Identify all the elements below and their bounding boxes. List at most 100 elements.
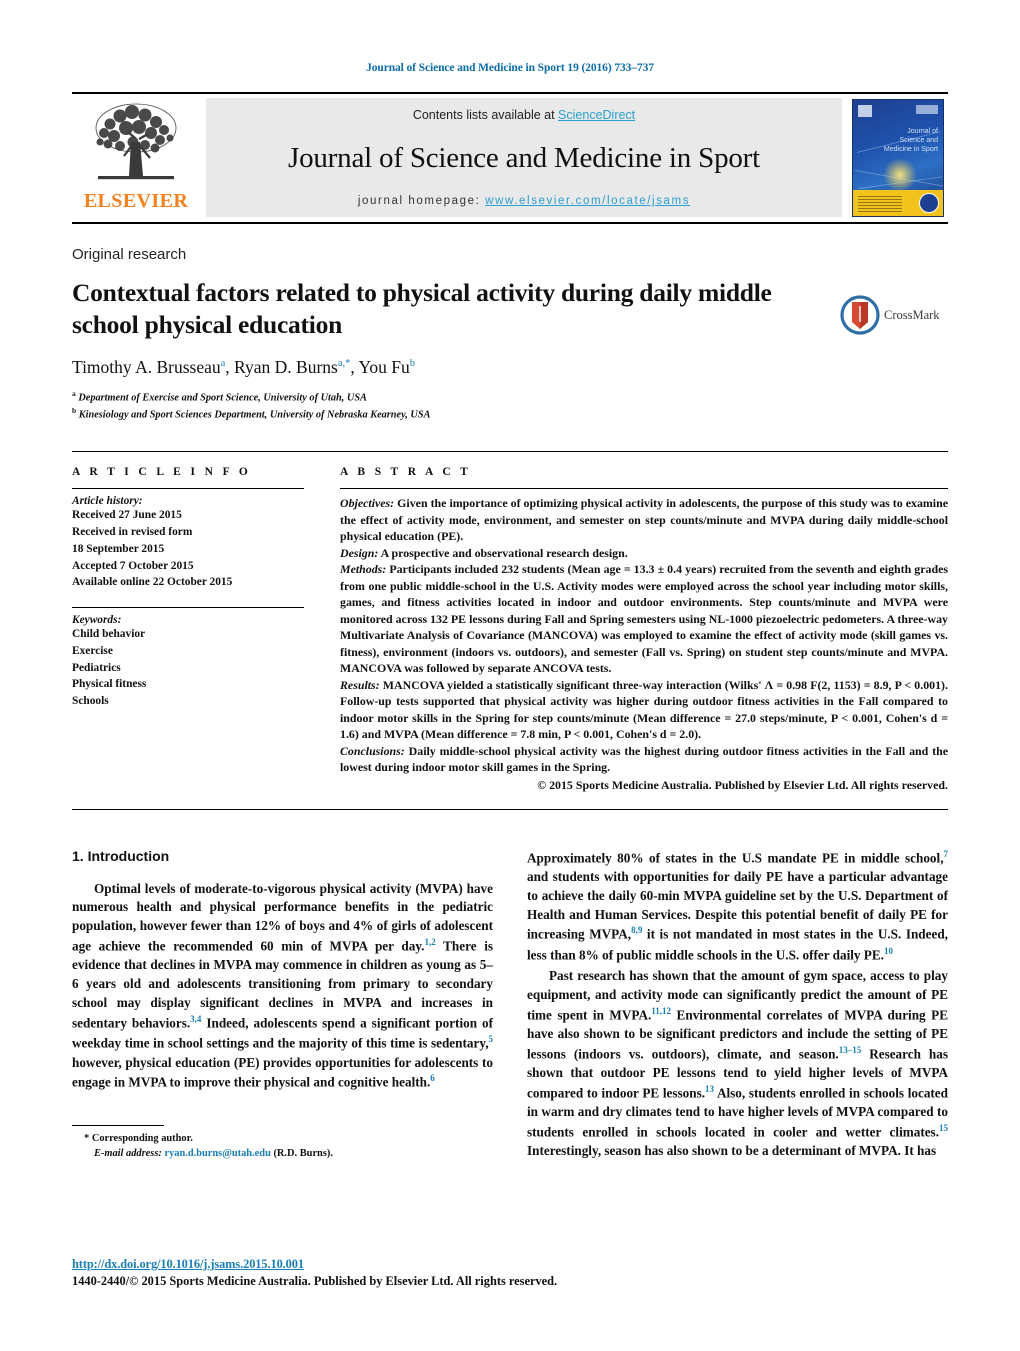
cover-publisher-mark: [858, 105, 872, 117]
homepage-prefix: journal homepage:: [357, 195, 486, 207]
cover-elsevier-mark: [916, 105, 938, 114]
citation-ref-7[interactable]: 7: [944, 849, 949, 859]
doi-link[interactable]: http://dx.doi.org/10.1016/j.jsams.2015.1…: [72, 1257, 304, 1271]
section-heading-introduction: 1. Introduction: [72, 847, 170, 864]
corresponding-author-email-link[interactable]: ryan.d.burns@utah.edu: [164, 1148, 270, 1159]
issn-copyright-line: 1440-2440/© 2015 Sports Medicine Austral…: [72, 1274, 558, 1288]
abstract-heading: A B S T R A C T: [340, 466, 472, 479]
abstract-objectives: Objectives: Given the importance of opti…: [340, 495, 948, 544]
citation-ref-8-9[interactable]: 8,9: [631, 925, 642, 935]
right-paragraph-2: Past research has shown that the amount …: [527, 967, 948, 1161]
elsevier-wordmark: ELSEVIER: [83, 190, 189, 212]
author-mark-2: a,*: [337, 358, 351, 370]
history-line-2: Received in revised form: [72, 526, 193, 539]
intro-paragraph-1: Optimal levels of moderate-to-vigorous p…: [72, 880, 493, 1093]
citation-ref-13-15[interactable]: 13–15: [839, 1045, 862, 1055]
abstract-methods-text: Participants included 232 students (Mean…: [340, 562, 948, 676]
author-name-3: You Fu: [358, 357, 410, 378]
corresponding-author-footnote: * Corresponding author. E-mail address: …: [72, 1125, 493, 1161]
keyword-3: Pediatrics: [72, 661, 121, 674]
page-footer: http://dx.doi.org/10.1016/j.jsams.2015.1…: [72, 1255, 948, 1289]
paper-page: Journal of Science and Medicine in Sport…: [0, 0, 1020, 1351]
citation-ref-13[interactable]: 13: [705, 1084, 714, 1094]
article-info-column: A R T I C L E I N F O Article history: R…: [72, 466, 330, 792]
abstract-methods-label: Methods:: [340, 562, 387, 577]
article-type-label: Original research: [72, 246, 187, 263]
abstract-objectives-text: Given the importance of optimizing physi…: [340, 496, 948, 544]
history-line-4: Accepted 7 October 2015: [72, 559, 194, 572]
info-abstract-band: A R T I C L E I N F O Article history: R…: [72, 451, 948, 810]
right-p2-e: Interestingly, season has also shown to …: [527, 1143, 937, 1159]
abstract-copyright: © 2015 Sports Medicine Australia. Publis…: [537, 777, 948, 792]
keyword-4: Physical fitness: [72, 678, 147, 691]
abstract-results-label: Results:: [340, 677, 380, 692]
affiliation-mark-b: b: [72, 406, 77, 416]
keyword-2: Exercise: [72, 644, 113, 657]
journal-homepage-line: journal homepage: www.elsevier.com/locat…: [358, 195, 690, 207]
body-columns: 1. Introduction Optimal levels of modera…: [72, 848, 948, 1162]
running-head: Journal of Science and Medicine in Sport…: [366, 62, 654, 74]
keywords-heading: Keywords:: [72, 614, 122, 627]
abstract-design-label: Design:: [340, 545, 379, 560]
citation-ref-10[interactable]: 10: [884, 946, 893, 956]
author-mark-1: a: [220, 358, 226, 370]
history-line-3: 18 September 2015: [72, 542, 165, 555]
author-list: Timothy A. Brusseaua, Ryan D. Burnsa,*, …: [72, 357, 416, 378]
keyword-5: Schools: [72, 695, 109, 708]
history-line-1: Received 27 June 2015: [72, 509, 182, 522]
footnote-asterisk: *: [84, 1133, 90, 1145]
citation-ref-3-4[interactable]: 3,4: [190, 1014, 201, 1024]
sciencedirect-link[interactable]: ScienceDirect: [558, 108, 635, 122]
citation-ref-15[interactable]: 15: [939, 1123, 948, 1133]
abstract-results-text: MANCOVA yielded a statistically signific…: [340, 677, 948, 742]
keyword-1: Child behavior: [72, 628, 146, 641]
cover-footer-lines: [858, 196, 902, 212]
title-block: Contextual factors related to physical a…: [72, 277, 840, 423]
abstract-objectives-label: Objectives:: [340, 496, 395, 511]
footnote-rule: [72, 1125, 164, 1127]
elsevier-logo: ELSEVIER: [72, 94, 200, 222]
cover-glow: [883, 158, 917, 192]
abstract-column: A B S T R A C T Objectives: Given the im…: [330, 466, 948, 792]
article-history-heading: Article history:: [72, 495, 143, 508]
elsevier-tree-icon: [95, 103, 177, 180]
footnote-email-label: E-mail address:: [94, 1148, 162, 1160]
crossmark-badge[interactable]: CrossMark: [840, 277, 948, 335]
contents-prefix: Contents lists available at: [412, 108, 559, 122]
journal-homepage-link[interactable]: www.elsevier.com/locate/jsams: [485, 195, 690, 207]
journal-cover-thumbnail: Journal of Science and Medicine in Sport: [848, 94, 948, 222]
right-p1-a: Approximately 80% of states in the U.S m…: [527, 849, 944, 865]
footnote-email-suffix: (R.D. Burns).: [273, 1148, 333, 1160]
citation-ref-1-2[interactable]: 1,2: [424, 937, 435, 947]
abstract-conclusions: Conclusions: Daily middle-school physica…: [340, 743, 948, 776]
abstract-rule: [340, 488, 948, 490]
abstract-conclusions-label: Conclusions:: [340, 743, 405, 758]
article-info-heading: A R T I C L E I N F O: [72, 466, 252, 479]
body-left-column: 1. Introduction Optimal levels of modera…: [72, 848, 493, 1162]
author-mark-3: b: [409, 358, 416, 370]
title-row: Contextual factors related to physical a…: [72, 277, 948, 423]
footnote-email-line: E-mail address: ryan.d.burns@utah.edu (R…: [72, 1146, 493, 1161]
cover-title-text: Journal of Science and Medicine in Sport: [883, 128, 938, 153]
affiliation-text-a: Department of Exercise and Sport Science…: [78, 392, 367, 404]
abstract-results: Results: MANCOVA yielded a statistically…: [340, 677, 948, 743]
article-info-rule: [72, 488, 304, 490]
author-name-1: Timothy A. Brusseau: [72, 357, 221, 378]
keywords-rule: [72, 607, 304, 609]
citation-ref-6[interactable]: 6: [430, 1073, 435, 1083]
right-paragraph-1: Approximately 80% of states in the U.S m…: [527, 848, 948, 965]
masthead-center: Contents lists available at ScienceDirec…: [206, 98, 842, 217]
journal-masthead: ELSEVIER Contents lists available at Sci…: [72, 92, 948, 224]
citation-ref-11-12[interactable]: 11,12: [651, 1006, 671, 1016]
abstract-methods: Methods: Participants included 232 stude…: [340, 561, 948, 676]
author-name-2: Ryan D. Burns: [234, 357, 338, 378]
abstract-design: Design: A prospective and observational …: [340, 545, 948, 561]
footnote-corresponding-label: Corresponding author.: [91, 1133, 193, 1145]
affiliation-a: a Department of Exercise and Sport Scien…: [72, 389, 820, 406]
crossmark-icon: [840, 295, 880, 335]
footnote-corresponding: * Corresponding author.: [72, 1131, 493, 1146]
affiliation-mark-a: a: [72, 389, 76, 399]
journal-title: Journal of Science and Medicine in Sport: [288, 142, 760, 174]
body-right-column: Approximately 80% of states in the U.S m…: [527, 848, 948, 1162]
citation-ref-5[interactable]: 5: [489, 1034, 494, 1044]
